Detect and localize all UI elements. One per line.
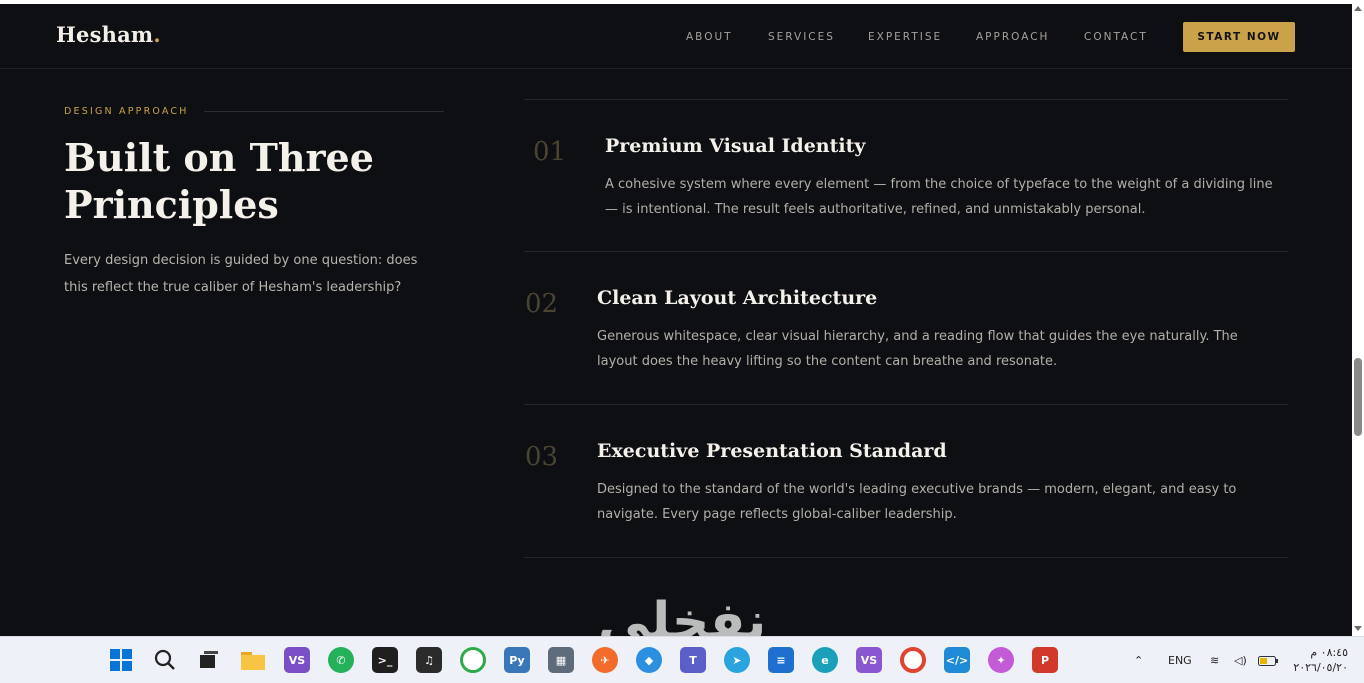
azure-data-studio-icon[interactable]: ≡ [768,647,794,673]
wifi-icon[interactable]: ≋ [1210,654,1219,667]
section-lead: Every design decision is guided by one q… [64,253,418,295]
principle-description: Designed to the standard of the world's … [597,482,1237,522]
section-title-line-1: Built on Three [64,135,374,180]
logo-dot: . [153,22,161,47]
piano-app-icon[interactable]: ♫ [416,647,442,673]
sync-app-icon[interactable] [460,647,486,673]
section-eyebrow: DESIGN APPROACH [64,106,189,117]
site-logo[interactable]: Hesham. [56,22,161,47]
volume-icon[interactable]: ◁) [1234,654,1247,667]
scrollbar-thumb[interactable] [1354,358,1362,436]
site-header: Hesham. ABOUT SERVICES EXPERTISE APPROAC… [0,4,1352,69]
teams-icon[interactable]: T [680,647,706,673]
principle-title: Clean Layout Architecture [597,287,878,309]
eyebrow-divider [204,111,444,112]
principle-title: Premium Visual Identity [605,135,866,157]
principle-title: Executive Presentation Standard [597,440,947,462]
input-language[interactable]: ENG [1168,654,1192,667]
scroll-down-arrow-icon[interactable] [1354,626,1362,631]
principle-description: A cohesive system where every element — … [605,177,1273,217]
visual-studio-preview-icon[interactable]: VS [856,647,882,673]
task-view-icon[interactable] [196,647,222,673]
nav-link-contact[interactable]: CONTACT [1084,31,1148,43]
calculator-icon[interactable]: ▦ [548,647,574,673]
principle-divider [524,99,1288,100]
file-explorer-icon[interactable] [240,647,266,673]
start-now-button[interactable]: START NOW [1183,22,1295,52]
scroll-up-arrow-icon[interactable] [1354,6,1362,11]
windows-start-icon[interactable] [108,647,134,673]
vertical-scrollbar[interactable] [1352,4,1364,636]
vscode-icon[interactable]: </> [944,647,970,673]
section-title: Built on Three Principles [64,134,464,228]
show-hidden-icons-chevron-icon[interactable]: ⌃ [1134,654,1143,667]
principle-number: 02 [525,289,559,319]
python-ide-icon[interactable]: Py [504,647,530,673]
principle-divider [524,251,1288,252]
search-icon[interactable] [152,647,178,673]
powerpoint-icon[interactable]: P [1032,647,1058,673]
page-viewport: Hesham. ABOUT SERVICES EXPERTISE APPROAC… [0,4,1352,636]
edge-icon[interactable]: e [812,647,838,673]
principle-number: 03 [525,442,559,472]
copilot-icon[interactable]: ✦ [988,647,1014,673]
principle-divider [524,557,1288,558]
postman-icon[interactable]: ✈ [592,647,618,673]
clock-time: ٠٨:٤٥ م [1310,646,1348,659]
taskbar: VS ✆ >_ ♫ Py ▦ ✈ ◆ T ➤ ≡ e VS </> ✦ P ⌃ … [0,636,1364,683]
telegram-icon[interactable]: ➤ [724,647,750,673]
terminal-icon[interactable]: >_ [372,647,398,673]
watermark-logo: نفخلي [598,592,767,636]
chrome-icon[interactable] [900,647,926,673]
clock-date: ٢٠٢٦/٠٥/٢٠ [1293,661,1348,674]
section-title-line-2: Principles [64,182,279,227]
blue-app-icon[interactable]: ◆ [636,647,662,673]
nav-link-services[interactable]: SERVICES [768,31,835,43]
principle-divider [524,404,1288,405]
visual-studio-icon[interactable]: VS [284,647,310,673]
whatsapp-icon[interactable]: ✆ [328,647,354,673]
nav-link-approach[interactable]: APPROACH [976,31,1049,43]
system-clock[interactable]: ٠٨:٤٥ م ٢٠٢٦/٠٥/٢٠ [1288,645,1348,675]
principle-number: 01 [533,137,567,167]
battery-icon[interactable] [1258,656,1278,669]
principle-description: Generous whitespace, clear visual hierar… [597,329,1238,369]
nav-link-about[interactable]: ABOUT [686,31,733,43]
nav-link-expertise[interactable]: EXPERTISE [868,31,942,43]
logo-text: Hesham [56,22,154,47]
